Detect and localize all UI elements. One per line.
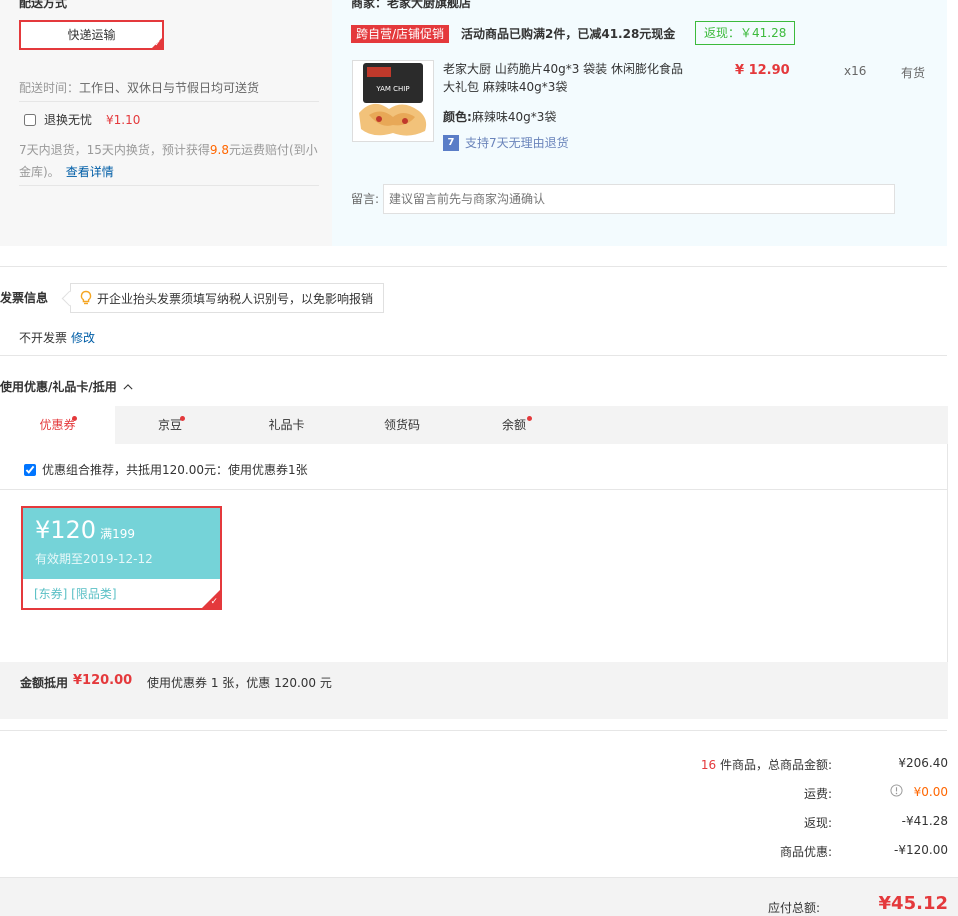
section-divider: [0, 730, 947, 731]
note-label: 留言:: [351, 192, 380, 206]
return-details-link[interactable]: 查看详情: [66, 165, 114, 179]
express-shipping-button[interactable]: 快递运输 ✓: [19, 20, 164, 50]
tab-label: 礼品卡: [268, 418, 305, 432]
discount-label: 商品优惠:: [779, 845, 832, 859]
delivery-time-label: 配送时间：: [19, 81, 80, 95]
tab-label: 优惠券: [39, 418, 76, 432]
goods-total-label: 16 件商品，总商品金额:: [701, 756, 832, 773]
delivery-time: 配送时间：工作日、双休日与节假日均可送货: [19, 79, 259, 96]
tab-gift-card[interactable]: 礼品卡: [225, 406, 348, 444]
payable-label: 应付总额:: [767, 901, 820, 915]
return-service-desc: 7天内退货，15天内换货，预计获得9.8元运费赔付(到小金库)。 查看详情: [19, 139, 319, 183]
tab-balance[interactable]: 余额: [456, 406, 572, 444]
coupon-valid-date: 有效期至2019-12-12: [35, 552, 153, 566]
shop-name: 商家：老家大厨旗舰店: [351, 0, 472, 10]
tab-label: 领货码: [383, 418, 420, 432]
product-color-label: 颜色:: [443, 110, 472, 124]
seven-day-return-icon: 7: [443, 134, 459, 151]
item-count-label: 件商品，总商品金额:: [716, 758, 832, 772]
shipping-title: 配送方式: [19, 0, 68, 10]
new-dot: [72, 416, 77, 421]
invoice-title: 发票信息: [0, 291, 49, 305]
cashback-tag: 返现：￥41.28: [695, 21, 796, 45]
invoice-modify-link[interactable]: 修改: [71, 331, 95, 345]
section-divider: [0, 355, 947, 356]
shipping-fee-label: 运费:: [803, 787, 832, 801]
coupons-title[interactable]: 使用优惠/礼品卡/抵用: [0, 378, 133, 395]
promo-tag: 跨自营/店铺促销: [351, 25, 450, 43]
product-price: ¥ 12.90: [735, 63, 790, 78]
check-icon: ✓: [154, 39, 161, 48]
seven-day-return-support[interactable]: 7 支持7天无理由退货: [443, 134, 569, 151]
cashback-value: -¥41.28: [901, 814, 948, 828]
product-color-value: 麻辣味40g*3袋: [471, 110, 557, 124]
payable-value: ¥45.12: [878, 893, 948, 914]
delivery-time-value: 工作日、双休日与节假日均可送货: [79, 81, 260, 95]
shipping-fee-value: ¥0.00: [913, 785, 948, 799]
return-service-option[interactable]: 退换无忧 ¥1.10: [24, 111, 140, 128]
express-shipping-label: 快递运输: [67, 28, 116, 42]
goods-total-value: ¥206.40: [898, 756, 948, 770]
product-name-link[interactable]: 老家大厨 山药脆片40g*3 袋装 休闲膨化食品大礼包 麻辣味40g*3袋: [443, 60, 693, 96]
invoice-value-text: 不开发票: [19, 331, 68, 345]
return-service-price: ¥1.10: [106, 112, 141, 127]
coupon-amount: ¥120: [35, 516, 97, 544]
tab-redeem-code[interactable]: 领货码: [348, 406, 456, 444]
tab-label: 京豆: [157, 418, 182, 432]
coupon-tags: [东券] [限品类]: [34, 587, 117, 601]
return-service-checkbox[interactable]: [24, 113, 36, 126]
chevron-up-icon: [123, 383, 133, 389]
invoice-tip: 开企业抬头发票须填写纳税人识别号，以免影响报销: [70, 283, 385, 313]
divider: [19, 101, 319, 102]
combo-recommend-checkbox[interactable]: [24, 463, 36, 476]
coupons-title-text: 使用优惠/礼品卡/抵用: [0, 380, 117, 394]
return-service-label: 退换无忧: [44, 113, 93, 127]
tab-coupons[interactable]: 优惠券: [0, 406, 115, 444]
return-desc-text: 7天内退货，15天内换货，预计获得: [19, 143, 210, 157]
invoice-value: 不开发票 修改: [19, 329, 95, 346]
payable-bar: 应付总额: ¥45.12: [0, 877, 958, 916]
coupon-tabs: 优惠券 京豆 礼品卡 领货码 余额: [0, 406, 948, 444]
lightbulb-icon: [80, 290, 92, 305]
product-image-graphic: YAM CHIP: [353, 61, 433, 141]
section-divider: [0, 266, 947, 267]
coupon-card[interactable]: ¥120 满199 有效期至2019-12-12 [东券] [限品类] ✓: [21, 506, 222, 610]
check-icon: ✓: [210, 597, 218, 607]
tab-jingdou[interactable]: 京豆: [115, 406, 225, 444]
coupon-condition: 满199: [100, 527, 135, 541]
invoice-tip-text: 开企业抬头发票须填写纳税人识别号，以免影响报销: [97, 291, 374, 306]
coupon-header: ¥120 满199 有效期至2019-12-12: [23, 508, 220, 579]
divider: [0, 489, 948, 490]
shipping-panel: 配送方式 快递运输 ✓ 配送时间：工作日、双休日与节假日均可送货 退换无忧 ¥1…: [0, 0, 332, 246]
panel-border: [947, 444, 948, 662]
info-icon[interactable]: [890, 784, 903, 797]
cashback-label: 返现:: [803, 816, 832, 830]
deduct-summary: 金额抵用 ¥120.00 使用优惠券 1 张，优惠 120.00 元: [0, 662, 948, 719]
divider: [19, 185, 319, 186]
tab-label: 余额: [501, 418, 526, 432]
product-quantity: x16: [844, 64, 867, 78]
combo-recommend-text: 优惠组合推荐，共抵用120.00元：使用优惠券1张: [42, 463, 308, 477]
product-image-text: YAM CHIP: [375, 85, 409, 93]
new-dot: [527, 416, 532, 421]
seven-day-return-text: 支持7天无理由退货: [465, 136, 569, 150]
promo-text: 活动商品已购满2件，已减41.28元现金: [461, 27, 676, 41]
deduct-amount: ¥120.00: [73, 673, 133, 688]
new-dot: [180, 416, 185, 421]
combo-recommend-option[interactable]: 优惠组合推荐，共抵用120.00元：使用优惠券1张: [24, 461, 308, 478]
deduct-desc: 使用优惠券 1 张，优惠 120.00 元: [147, 676, 332, 690]
product-stock: 有货: [901, 66, 926, 80]
product-image[interactable]: YAM CHIP: [352, 60, 434, 142]
product-color: 颜色:麻辣味40g*3袋: [443, 108, 556, 125]
item-count: 16: [700, 758, 717, 772]
discount-value: -¥120.00: [894, 843, 948, 857]
coupon-value: ¥120 满199: [35, 516, 208, 544]
return-desc-amount: 9.8: [209, 143, 229, 157]
deduct-label: 金额抵用: [20, 676, 69, 690]
note-input[interactable]: [383, 184, 895, 214]
order-panel: 商家：老家大厨旗舰店 跨自营/店铺促销 活动商品已购满2件，已减41.28元现金…: [332, 0, 947, 246]
